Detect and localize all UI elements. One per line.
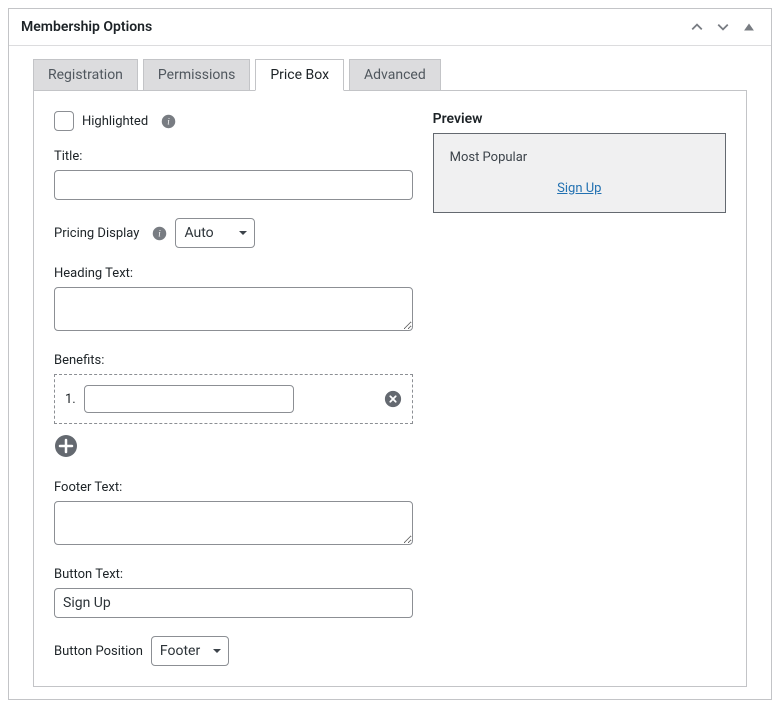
heading-text-field: Heading Text:	[54, 266, 413, 335]
highlighted-label: Highlighted	[82, 114, 148, 129]
button-position-label: Button Position	[54, 644, 143, 659]
benefits-label: Benefits:	[54, 353, 413, 368]
content-grid: Highlighted i Title: Pricing Display i	[54, 111, 726, 666]
benefits-field: Benefits: 1.	[54, 353, 413, 462]
footer-text-label: Footer Text:	[54, 480, 413, 495]
button-position-select[interactable]: Footer	[151, 636, 229, 666]
title-label: Title:	[54, 149, 413, 164]
tab-advanced[interactable]: Advanced	[349, 59, 441, 91]
footer-text-input[interactable]	[54, 501, 413, 545]
pricing-display-label: Pricing Display	[54, 226, 139, 241]
button-position-field: Button Position Footer	[54, 636, 413, 666]
chevron-up-icon[interactable]	[687, 17, 707, 37]
pricing-display-select[interactable]: Auto	[175, 218, 255, 248]
tabs: Registration Permissions Price Box Advan…	[33, 58, 747, 90]
panel-header: Membership Options	[9, 9, 771, 46]
panel-header-controls	[687, 17, 759, 37]
panel-body: Registration Permissions Price Box Advan…	[9, 46, 771, 699]
add-benefit-button[interactable]	[54, 434, 78, 458]
membership-options-panel: Membership Options Registration Permissi…	[8, 8, 772, 700]
heading-text-input[interactable]	[54, 287, 413, 331]
pricing-display-select-wrap: Auto	[175, 218, 255, 248]
button-text-label: Button Text:	[54, 567, 413, 582]
chevron-down-icon[interactable]	[713, 17, 733, 37]
tab-price-box[interactable]: Price Box	[255, 59, 344, 91]
pricing-display-field: Pricing Display i Auto	[54, 218, 413, 248]
title-field: Title:	[54, 149, 413, 200]
panel-title: Membership Options	[21, 19, 152, 35]
tab-registration[interactable]: Registration	[33, 59, 138, 91]
heading-text-label: Heading Text:	[54, 266, 413, 281]
highlighted-checkbox[interactable]	[54, 111, 74, 131]
button-text-field: Button Text:	[54, 567, 413, 618]
highlighted-field: Highlighted i	[54, 111, 413, 131]
form-column: Highlighted i Title: Pricing Display i	[54, 111, 413, 666]
remove-icon[interactable]	[384, 390, 402, 408]
title-input[interactable]	[54, 170, 413, 200]
button-text-input[interactable]	[54, 588, 413, 618]
footer-text-field: Footer Text:	[54, 480, 413, 549]
preview-box: Most Popular Sign Up	[433, 133, 726, 213]
benefit-number: 1.	[65, 392, 76, 407]
info-icon[interactable]: i	[151, 225, 167, 241]
button-position-select-wrap: Footer	[151, 636, 229, 666]
tab-permissions[interactable]: Permissions	[143, 59, 250, 91]
preview-heading: Preview	[433, 111, 726, 127]
preview-column: Preview Most Popular Sign Up	[433, 111, 726, 666]
benefit-input[interactable]	[84, 385, 294, 413]
benefit-row: 1.	[54, 374, 413, 424]
collapse-toggle-icon[interactable]	[739, 17, 759, 37]
preview-box-title: Most Popular	[450, 150, 709, 165]
tabs-wrap: Registration Permissions Price Box Advan…	[21, 58, 759, 90]
tab-content: Highlighted i Title: Pricing Display i	[33, 90, 747, 687]
preview-signup-link[interactable]: Sign Up	[450, 181, 709, 196]
info-icon[interactable]: i	[160, 113, 176, 129]
